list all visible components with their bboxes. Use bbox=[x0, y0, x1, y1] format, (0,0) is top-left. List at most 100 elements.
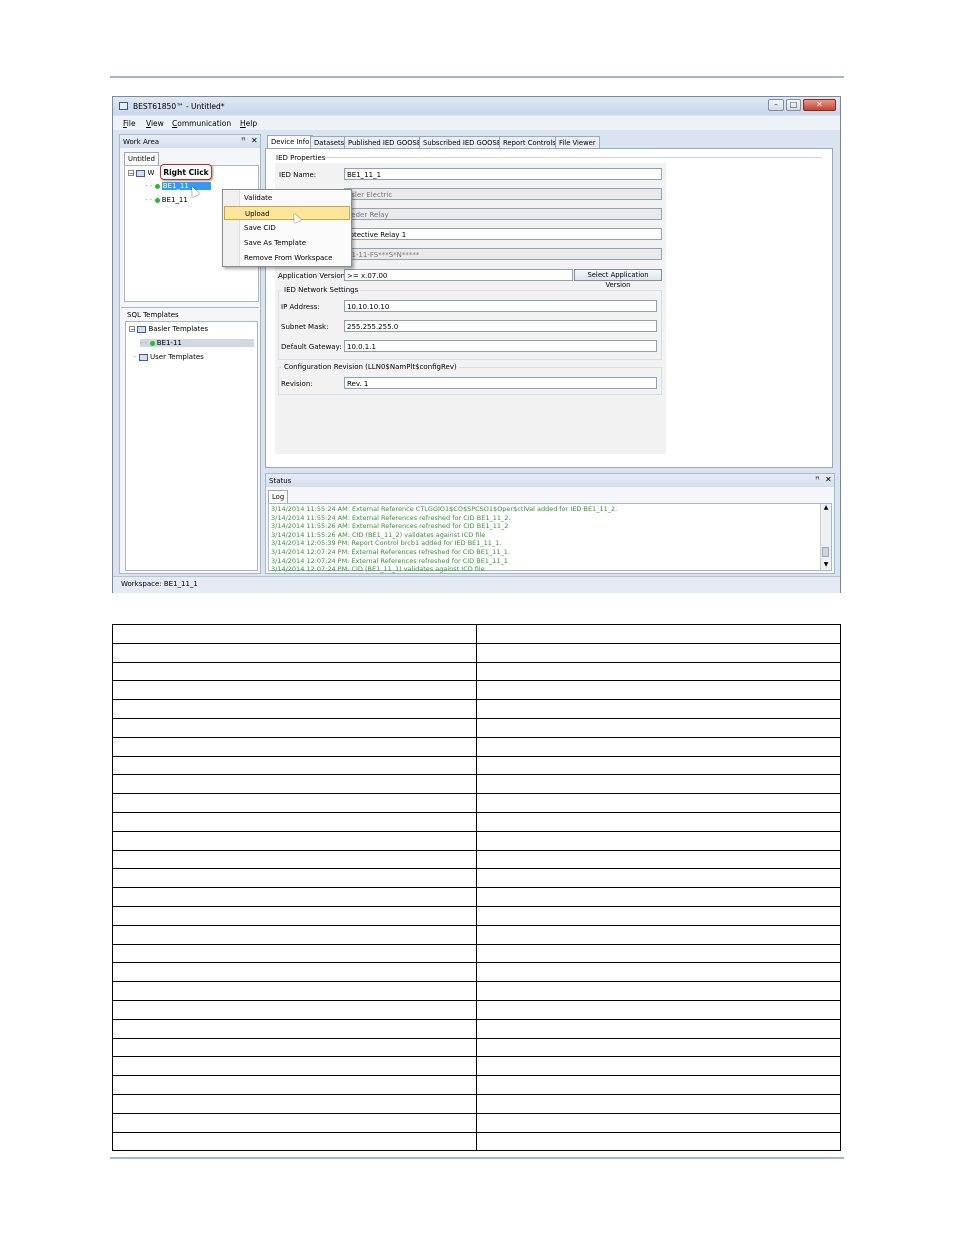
document-area: Device Info Datasets Published IED GOOSE… bbox=[265, 134, 835, 469]
table-cell bbox=[476, 680, 841, 701]
close-button[interactable]: ✕ bbox=[803, 99, 836, 111]
menu-view[interactable]: View bbox=[146, 119, 164, 128]
style-number-field: 11-11-FS***S*N***** bbox=[344, 248, 662, 260]
header-rule bbox=[110, 76, 844, 78]
folder-icon bbox=[137, 325, 147, 333]
table-cell bbox=[476, 1131, 841, 1152]
menu-item-validate[interactable]: Validate bbox=[224, 191, 350, 205]
default-gateway-field[interactable]: 10.0.1.1 bbox=[344, 340, 657, 352]
table-row bbox=[111, 849, 841, 870]
status-dot-icon bbox=[149, 340, 155, 346]
subnet-mask-field[interactable]: 255.255.255.0 bbox=[344, 320, 657, 332]
tab-subscribed-ied-goose[interactable]: Subscribed IED GOOSE bbox=[419, 136, 506, 148]
scroll-up-icon[interactable]: ▲ bbox=[821, 504, 831, 513]
table-row bbox=[111, 793, 841, 813]
menu-file[interactable]: File bbox=[123, 119, 136, 128]
table-cell bbox=[476, 1093, 841, 1114]
tab-report-controls[interactable]: Report Controls bbox=[499, 136, 560, 148]
menu-item-upload[interactable]: Upload bbox=[224, 206, 350, 220]
sql-template-label: BE1-11 bbox=[156, 339, 182, 347]
network-settings-title: IED Network Settings bbox=[282, 286, 361, 294]
ip-address-field[interactable]: 10.10.10.10 bbox=[344, 300, 657, 312]
table-cell bbox=[476, 624, 841, 644]
tree-item-be1-11-2[interactable]: - - BE1_11 bbox=[145, 196, 188, 204]
table-cell bbox=[476, 962, 841, 983]
log-line: 3/14/2014 12:07:24 PM: External Referenc… bbox=[271, 547, 510, 556]
ied-name-field[interactable]: BE1_11_1 bbox=[344, 168, 662, 180]
context-menu: Validate Upload Save CID Save As Templat… bbox=[222, 189, 352, 267]
tab-untitled[interactable]: Untitled bbox=[124, 152, 159, 165]
log-scrollbar[interactable]: ▲ ▼ bbox=[820, 504, 831, 570]
section-divider bbox=[324, 157, 822, 158]
table-cell bbox=[111, 1056, 478, 1077]
collapse-icon[interactable]: − bbox=[129, 326, 135, 333]
tab-label: Datasets bbox=[314, 139, 345, 147]
menu-item-save-cid[interactable]: Save CID bbox=[224, 221, 350, 235]
pin-icon[interactable]: ꟸ bbox=[815, 475, 820, 484]
tree-root-label: W bbox=[147, 169, 155, 177]
scroll-thumb[interactable] bbox=[822, 547, 829, 557]
tree-item-label: BE1_11 bbox=[161, 182, 211, 190]
table-row bbox=[111, 1056, 841, 1077]
close-icon[interactable]: ✕ bbox=[825, 475, 832, 484]
table-row bbox=[111, 999, 841, 1020]
ied-name-label: IED Name: bbox=[279, 171, 317, 179]
revision-label: Revision: bbox=[281, 380, 313, 388]
table-row bbox=[111, 868, 841, 889]
subnet-mask-label: Subnet Mask: bbox=[281, 323, 329, 331]
log-line: 3/14/2014 11:55:26 AM: CID (BE1_11_2) va… bbox=[271, 530, 486, 539]
table-row bbox=[111, 661, 841, 682]
menu-item-save-as-template[interactable]: Save As Template bbox=[224, 236, 350, 250]
revision-field[interactable]: Rev. 1 bbox=[344, 377, 657, 389]
sql-template-item[interactable]: - - BE1-11 bbox=[140, 339, 254, 347]
table-row bbox=[111, 1018, 841, 1039]
tab-device-info[interactable]: Device Info bbox=[267, 135, 314, 148]
table-cell bbox=[476, 981, 841, 1001]
tree-root[interactable]: − W bbox=[128, 169, 154, 177]
table-row bbox=[111, 624, 841, 644]
app-icon bbox=[119, 102, 128, 110]
table-cell bbox=[476, 999, 841, 1020]
table-row bbox=[111, 830, 841, 851]
sql-group-basler[interactable]: − Basler Templates bbox=[129, 325, 208, 333]
select-application-version-button[interactable]: Select Application Version bbox=[574, 269, 662, 289]
table-row bbox=[111, 943, 841, 964]
app-version-field[interactable]: >= x.07.00 bbox=[344, 269, 573, 281]
table-cell bbox=[111, 811, 478, 832]
table-cell bbox=[111, 680, 478, 701]
scroll-down-icon[interactable]: ▼ bbox=[821, 561, 831, 570]
tab-label: Published IED GOOSE bbox=[348, 139, 422, 147]
table-cell bbox=[111, 755, 478, 776]
tab-log[interactable]: Log bbox=[268, 490, 289, 503]
close-icon[interactable]: ✕ bbox=[251, 136, 258, 145]
pin-icon[interactable]: ꟸ bbox=[241, 136, 246, 145]
tree-connector: - bbox=[134, 353, 137, 361]
tab-datasets[interactable]: Datasets bbox=[310, 136, 349, 148]
tab-published-ied-goose[interactable]: Published IED GOOSE bbox=[344, 136, 426, 148]
log-area: 3/14/2014 11:55:24 AM: External Referenc… bbox=[268, 503, 832, 573]
status-title: Status bbox=[269, 477, 292, 485]
tab-file-viewer[interactable]: File Viewer bbox=[555, 136, 600, 148]
application-window: BEST61850™ - Untitled* – □ ✕ File View C… bbox=[112, 96, 841, 593]
footer-rule bbox=[110, 1157, 844, 1159]
sql-group-label: Basler Templates bbox=[148, 325, 209, 333]
tab-label: Subscribed IED GOOSE bbox=[423, 139, 502, 147]
ied-properties-heading: IED Properties bbox=[276, 154, 326, 162]
table-row bbox=[111, 755, 841, 776]
menu-item-remove-from-workspace[interactable]: Remove From Workspace bbox=[224, 251, 350, 265]
table-cell bbox=[476, 774, 841, 795]
table-cell bbox=[476, 1112, 841, 1133]
description-field[interactable]: rotective Relay 1 bbox=[344, 228, 662, 240]
table-cell bbox=[111, 924, 478, 945]
menu-help[interactable]: Help bbox=[240, 119, 257, 128]
sql-group-user[interactable]: - User Templates bbox=[134, 353, 204, 361]
collapse-icon[interactable]: − bbox=[128, 170, 134, 177]
table-cell bbox=[111, 1075, 478, 1095]
work-area-header: Work Area ꟸ ✕ bbox=[120, 135, 260, 148]
table-cell bbox=[111, 981, 478, 1001]
table-cell bbox=[476, 924, 841, 945]
minimize-button[interactable]: – bbox=[768, 99, 784, 111]
maximize-button[interactable]: □ bbox=[786, 99, 801, 111]
menu-communication[interactable]: Communication bbox=[172, 119, 231, 128]
status-header: Status ꟸ ✕ bbox=[266, 474, 834, 487]
